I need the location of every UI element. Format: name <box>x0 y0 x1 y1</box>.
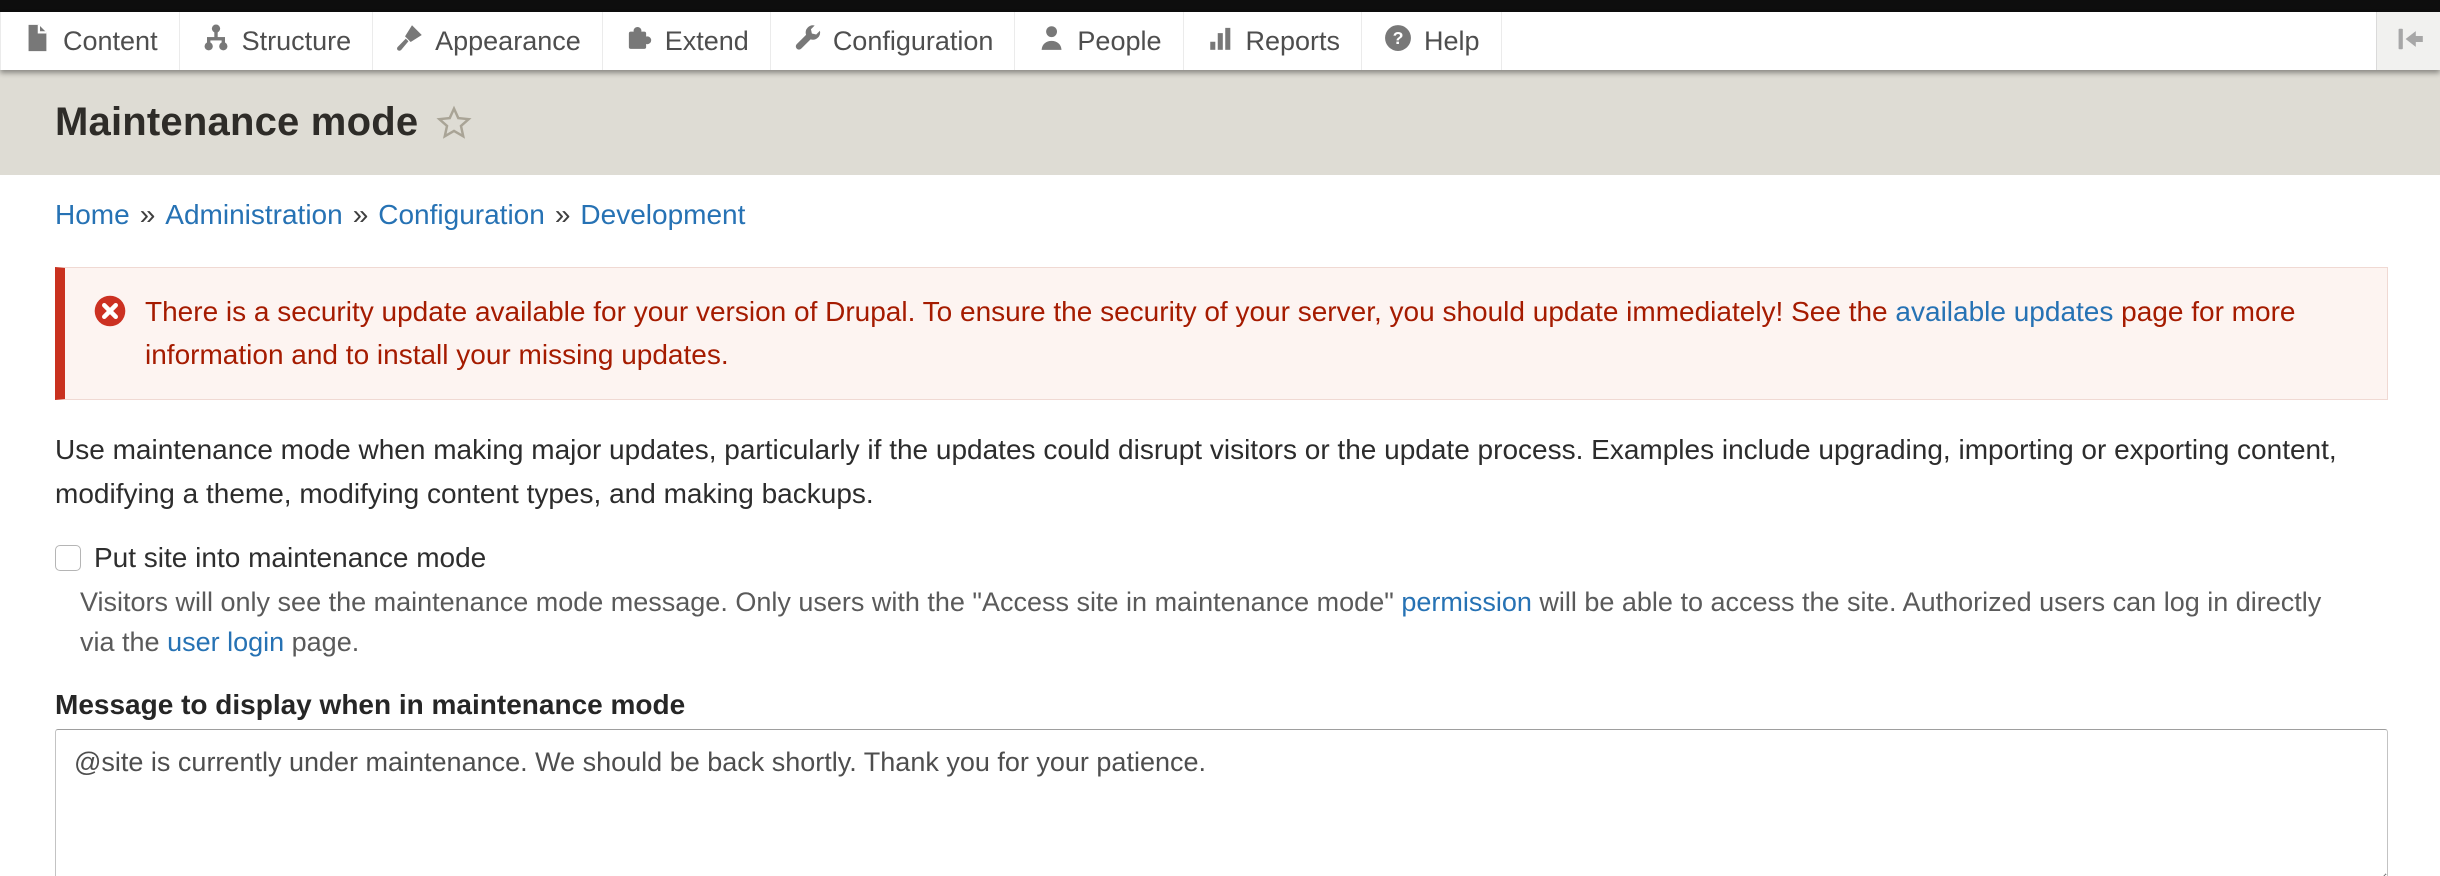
structure-sitemap-icon <box>201 23 231 60</box>
page-header: Maintenance mode <box>0 70 2440 175</box>
maintenance-mode-checkbox-label[interactable]: Put site into maintenance mode <box>94 542 486 574</box>
admin-toolbar: Content Structure Appearance Extend Conf… <box>0 12 2440 70</box>
svg-text:?: ? <box>1393 28 1404 48</box>
people-person-icon <box>1036 23 1066 60</box>
toolbar-item-structure[interactable]: Structure <box>180 12 374 70</box>
top-black-bar <box>0 0 2440 12</box>
toolbar-item-reports[interactable]: Reports <box>1184 12 1363 70</box>
available-updates-link[interactable]: available updates <box>1895 296 2113 327</box>
error-circle-x-icon <box>93 294 127 377</box>
reports-barchart-icon <box>1205 23 1235 60</box>
toolbar-item-people[interactable]: People <box>1015 12 1183 70</box>
toolbar-item-label: Appearance <box>435 26 581 57</box>
description-part1: Visitors will only see the maintenance m… <box>80 587 1401 617</box>
breadcrumb-link-home[interactable]: Home <box>55 199 130 230</box>
help-question-icon: ? <box>1383 23 1413 60</box>
breadcrumb-link-configuration[interactable]: Configuration <box>378 199 545 230</box>
toolbar-item-label: Reports <box>1246 26 1341 57</box>
toolbar-item-appearance[interactable]: Appearance <box>373 12 603 70</box>
maintenance-mode-description: Visitors will only see the maintenance m… <box>55 582 2355 663</box>
message-field-label: Message to display when in maintenance m… <box>55 689 2388 721</box>
security-update-error-message: There is a security update available for… <box>55 267 2388 400</box>
toolbar-item-label: Help <box>1424 26 1480 57</box>
breadcrumb-link-administration[interactable]: Administration <box>165 199 342 230</box>
toolbar-item-content[interactable]: Content <box>0 12 180 70</box>
maintenance-mode-intro-text: Use maintenance mode when making major u… <box>55 428 2385 516</box>
error-message-text: There is a security update available for… <box>145 290 2359 377</box>
maintenance-message-textarea[interactable]: @site is currently under maintenance. We… <box>55 729 2388 876</box>
toolbar-item-help[interactable]: ? Help <box>1362 12 1502 70</box>
breadcrumb-separator: » <box>140 199 156 230</box>
toolbar-collapse-button[interactable] <box>2376 12 2440 70</box>
star-outline-icon[interactable] <box>436 105 472 141</box>
breadcrumb-separator: » <box>555 199 571 230</box>
breadcrumb: Home » Administration » Configuration » Develo… <box>55 199 2388 231</box>
content-file-icon <box>22 23 52 60</box>
toolbar-item-label: People <box>1077 26 1161 57</box>
maintenance-mode-checkbox[interactable] <box>55 545 81 571</box>
toolbar-item-label: Configuration <box>833 26 994 57</box>
appearance-paintbrush-icon <box>394 23 424 60</box>
permission-link[interactable]: permission <box>1401 587 1532 617</box>
page-title: Maintenance mode <box>55 100 418 145</box>
main-content: Home » Administration » Configuration » Develo… <box>0 175 2440 876</box>
extend-puzzle-icon <box>624 23 654 60</box>
maintenance-mode-checkbox-row: Put site into maintenance mode <box>55 542 2388 574</box>
toolbar-item-label: Extend <box>665 26 749 57</box>
collapse-left-icon <box>2392 22 2426 61</box>
toolbar-item-label: Content <box>63 26 158 57</box>
description-part3: page. <box>284 627 359 657</box>
toolbar-item-extend[interactable]: Extend <box>603 12 771 70</box>
toolbar-item-label: Structure <box>242 26 352 57</box>
toolbar-item-configuration[interactable]: Configuration <box>771 12 1016 70</box>
breadcrumb-link-development[interactable]: Development <box>580 199 745 230</box>
user-login-link[interactable]: user login <box>167 627 284 657</box>
error-text-before: There is a security update available for… <box>145 296 1895 327</box>
breadcrumb-separator: » <box>353 199 369 230</box>
configuration-wrench-icon <box>792 23 822 60</box>
